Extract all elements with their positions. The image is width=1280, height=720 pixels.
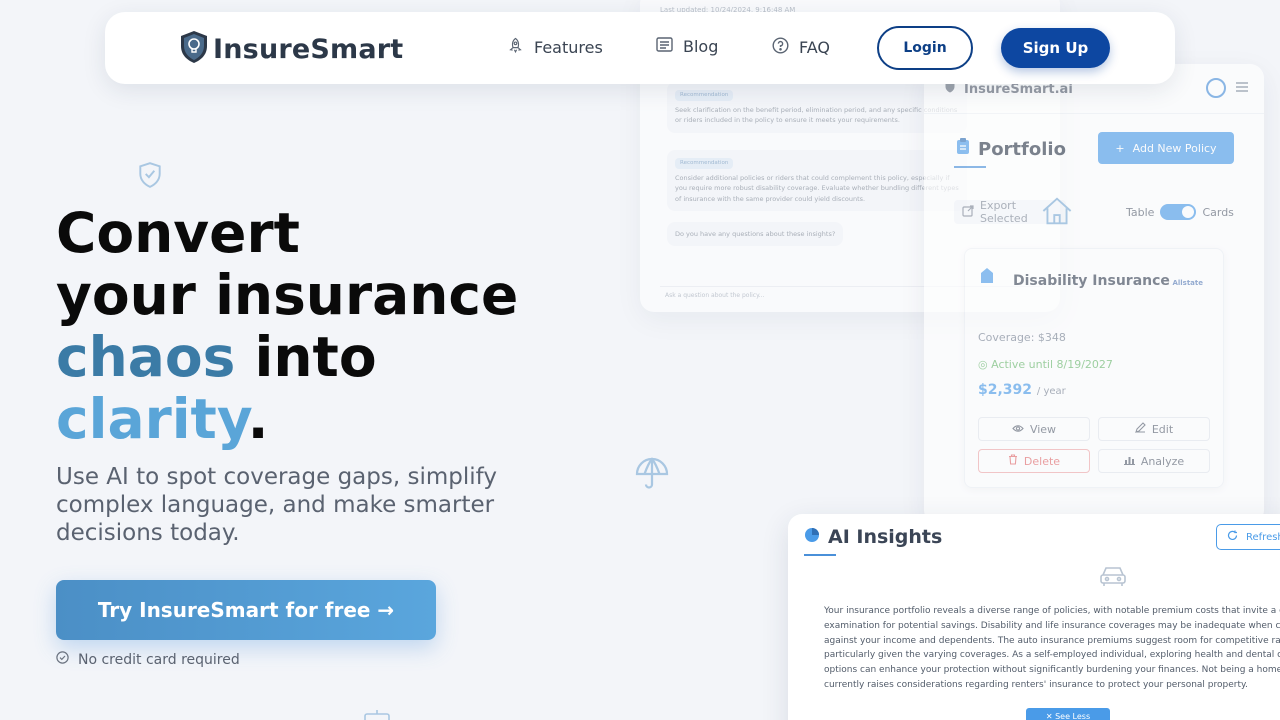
recommendation-text: Consider additional policies or riders t… [675, 173, 959, 203]
ai-insights-line: options can enhance your protection with… [824, 665, 1280, 675]
shield-check-deco-icon [137, 161, 163, 189]
nav-link-features[interactable]: Features [507, 37, 603, 58]
toggle-table-label: Table [1126, 205, 1155, 219]
policy-price: $2,392 / year [978, 382, 1066, 398]
brand-name: InsureSmart [213, 33, 404, 65]
no-credit-card-note: No credit card required [56, 651, 240, 668]
pencil-icon [1134, 422, 1146, 436]
headline-line-4-rest: . [247, 387, 269, 451]
recommendation-card: Recommendation Consider additional polic… [667, 150, 967, 211]
ai-insights-title-text: AI Insights [828, 526, 943, 548]
policy-status: ◎ Active until 8/19/2027 [978, 358, 1113, 371]
plus-box-deco-icon [362, 710, 392, 720]
view-policy-button[interactable]: View [978, 417, 1090, 441]
headline-line-3-rest: into [235, 325, 377, 389]
refresh-label: Refresh [1246, 531, 1280, 543]
ai-insights-line: currently raises considerations regardin… [824, 679, 1248, 690]
house-deco-icon [1040, 196, 1074, 226]
ai-title-underline [804, 554, 836, 556]
refresh-icon [1227, 530, 1238, 544]
portfolio-preview-panel: InsureSmart.ai Portfolio + Add New Polic… [924, 64, 1264, 524]
ai-insights-title: AI Insights [804, 526, 942, 548]
nav-link-blog[interactable]: Blog [656, 37, 718, 56]
brand-logo[interactable]: InsureSmart [179, 30, 403, 68]
shield-bulb-icon [179, 30, 209, 68]
hero-subtitle: Use AI to spot coverage gaps, simplify c… [56, 464, 497, 546]
ai-insights-panel: AI Insights Refresh Your insurance portf… [788, 514, 1280, 720]
avatar[interactable] [1206, 78, 1226, 98]
nav-link-faq[interactable]: FAQ [772, 37, 830, 58]
edit-policy-button[interactable]: Edit [1098, 417, 1210, 441]
headline-line-1: Convert [56, 201, 300, 265]
chat-question-bubble: Do you have any questions about these in… [667, 222, 844, 246]
see-less-button[interactable]: ✕ See Less [1026, 708, 1110, 720]
toggle-switch[interactable] [1160, 204, 1197, 220]
toggle-cards-label: Cards [1202, 205, 1234, 219]
headline-line-4: clarity. [56, 388, 518, 450]
hamburger-menu-icon[interactable] [1236, 82, 1248, 92]
recommendation-tag: Recommendation [675, 158, 734, 169]
ai-insights-text: Your insurance portfolio reveals a diver… [824, 604, 1280, 693]
question-circle-icon [772, 37, 789, 58]
nav-link-label: FAQ [799, 38, 830, 57]
ai-insights-line: against your income and dependents. The … [824, 635, 1280, 646]
no-credit-card-text: No credit card required [78, 651, 240, 668]
policy-name: Disability Insurance [1013, 273, 1170, 289]
title-underline [954, 166, 986, 168]
recommendation-text: Seek clarification on the benefit period… [675, 105, 958, 125]
policy-price-unit: / year [1036, 386, 1066, 397]
provider-logo: Allstate [1172, 279, 1203, 287]
policy-type-icon [979, 267, 995, 289]
headline-accent-clarity: clarity [56, 387, 248, 451]
signup-button[interactable]: Sign Up [1001, 28, 1110, 68]
headline-accent-chaos: chaos [56, 325, 236, 389]
recommendation-card: Recommendation Seek clarification on the… [667, 82, 967, 133]
hero-headline: Convert your insurance chaos into clarit… [56, 202, 518, 450]
export-icon [962, 204, 974, 220]
plus-icon: + [1115, 141, 1125, 155]
policy-status-text: Active until 8/19/2027 [991, 358, 1113, 371]
policy-price-value: $2,392 [978, 382, 1033, 398]
nav-link-label: Features [534, 38, 603, 57]
try-free-button[interactable]: Try InsureSmart for free → [56, 580, 436, 640]
pie-chart-icon [804, 526, 820, 548]
trash-icon [1008, 454, 1018, 468]
policy-card: Disability Insurance Allstate Coverage: … [964, 248, 1224, 488]
eye-icon [1012, 423, 1024, 436]
edit-label: Edit [1151, 422, 1174, 436]
view-toggle[interactable]: Table Cards [1126, 204, 1234, 220]
analyze-policy-button[interactable]: Analyze [1098, 449, 1210, 473]
delete-policy-button[interactable]: Delete [978, 449, 1090, 473]
ai-insights-line: examination for potential savings. Disab… [824, 620, 1280, 631]
newspaper-icon [656, 37, 673, 56]
recommendation-tag: Recommendation [675, 90, 734, 101]
login-button[interactable]: Login [877, 26, 973, 70]
refresh-button[interactable]: Refresh [1216, 524, 1280, 550]
add-new-policy-label: Add New Policy [1132, 141, 1217, 155]
portfolio-title-text: Portfolio [978, 138, 1066, 160]
policy-coverage: Coverage: $348 [978, 331, 1066, 344]
car-icon [1098, 564, 1128, 592]
umbrella-deco-icon [634, 456, 670, 492]
check-circle-icon [56, 651, 69, 668]
top-nav: InsureSmart Features Blog FAQ Login Sign… [105, 12, 1175, 84]
ai-insights-line: particularly given the varying coverages… [824, 650, 1280, 661]
headline-line-2: your insurance [56, 263, 519, 327]
delete-label: Delete [1023, 454, 1061, 468]
portfolio-title: Portfolio [956, 138, 1066, 160]
add-new-policy-button[interactable]: + Add New Policy [1098, 132, 1234, 164]
check-circle-icon: ◎ [978, 358, 988, 371]
nav-link-label: Blog [683, 37, 719, 56]
view-label: View [1029, 422, 1057, 436]
headline-line-3: chaos into [56, 326, 518, 388]
clipboard-icon [956, 138, 970, 160]
ai-insights-line: Your insurance portfolio reveals a diver… [824, 606, 1280, 616]
bar-chart-icon [1123, 455, 1135, 468]
analyze-label: Analyze [1140, 454, 1185, 468]
rocket-icon [507, 37, 524, 58]
